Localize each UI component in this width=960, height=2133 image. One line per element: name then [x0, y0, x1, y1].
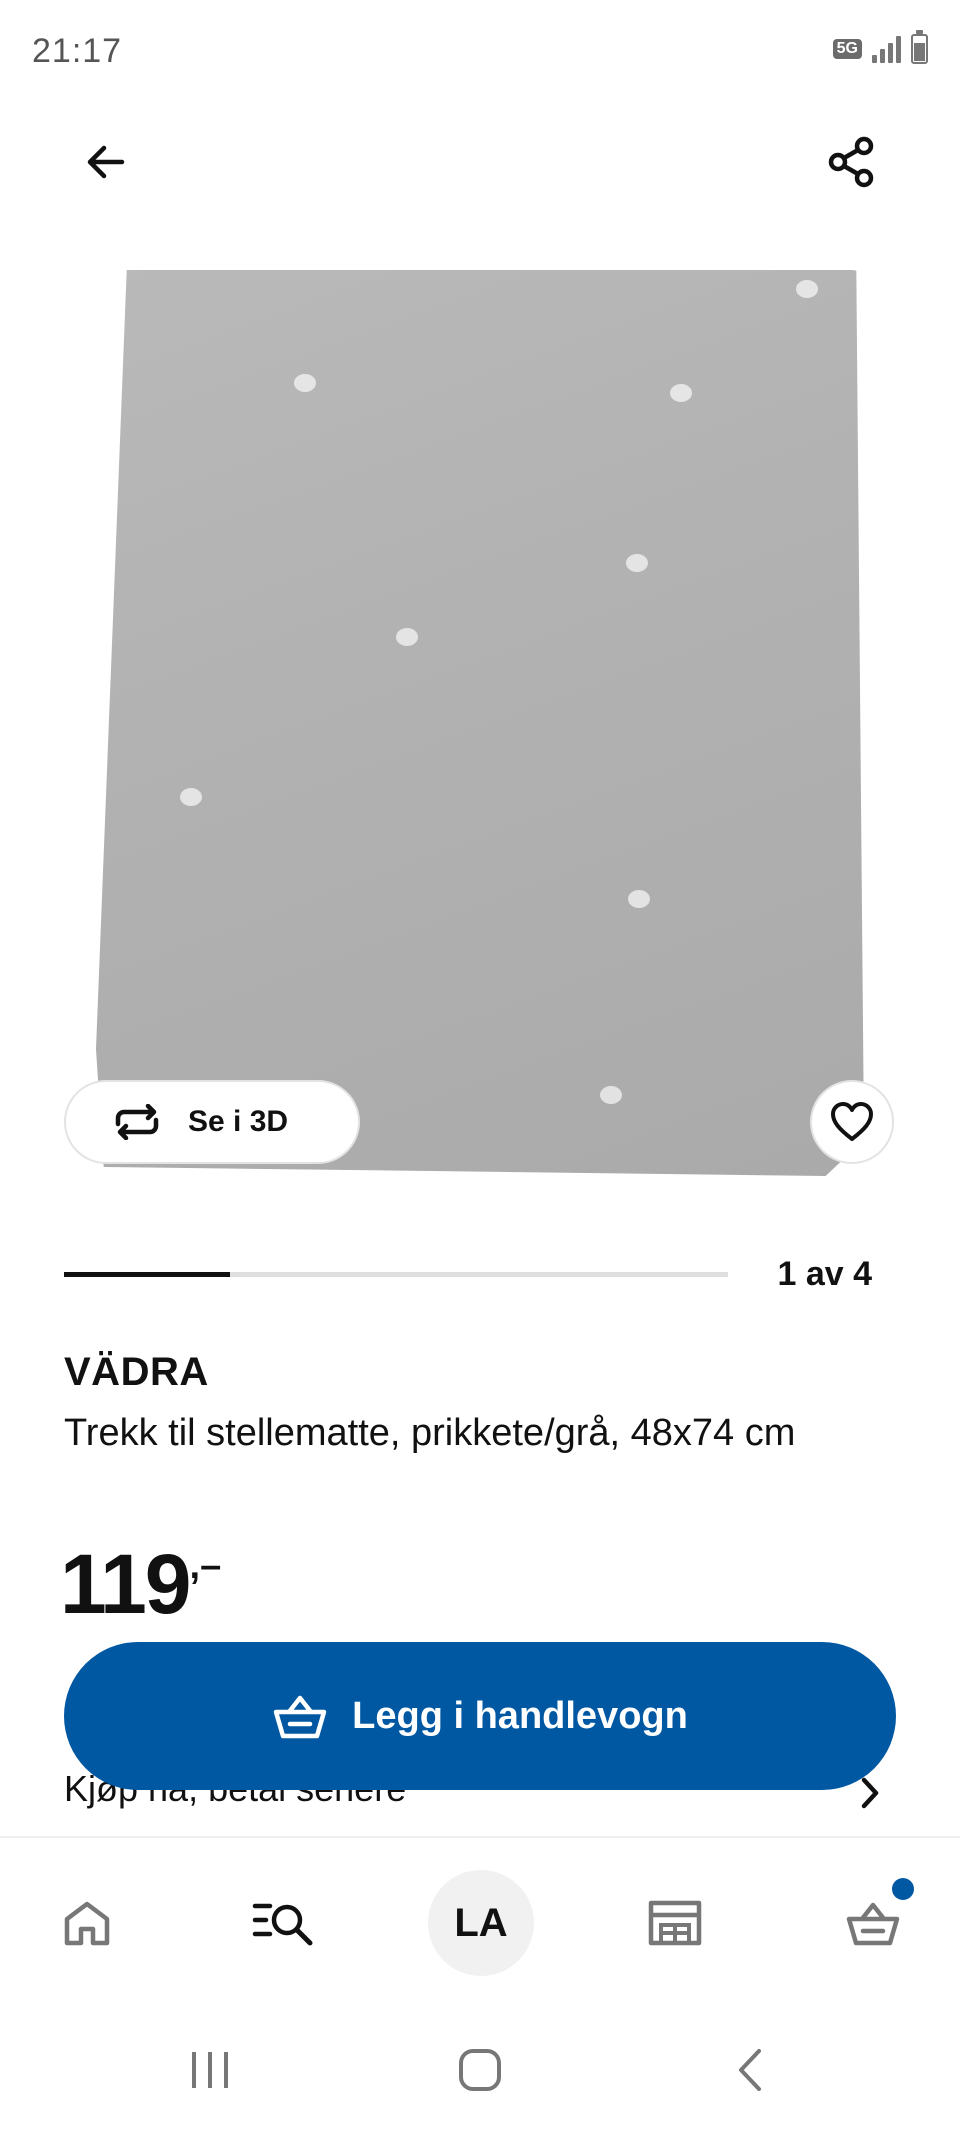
add-to-cart-button[interactable]: Legg i handlevogn — [64, 1642, 896, 1790]
share-button[interactable] — [812, 122, 892, 202]
carousel-progress-fill — [64, 1272, 230, 1277]
battery-icon — [911, 30, 928, 64]
nav-home[interactable] — [32, 1868, 142, 1978]
bottom-navigation: LA — [0, 1836, 960, 2006]
system-navigation-bar — [0, 2006, 960, 2133]
search-list-icon — [252, 1903, 313, 1946]
price-integer: 119 — [60, 1537, 192, 1631]
share-icon — [828, 136, 874, 188]
system-home-button[interactable] — [440, 2040, 520, 2100]
back-chevron-icon — [739, 2049, 761, 2091]
add-to-cart-label: Legg i handlevogn — [352, 1694, 688, 1737]
nav-profile[interactable]: LA — [426, 1868, 536, 1978]
store-icon — [648, 1900, 702, 1946]
product-price: 119 ,– — [60, 1536, 221, 1632]
arrow-left-icon — [87, 145, 125, 179]
product-description: Trekk til stellematte, prikkete/grå, 48x… — [64, 1412, 796, 1454]
rotate-arrows-icon — [115, 1104, 159, 1140]
status-time: 21:17 — [32, 32, 123, 70]
network-5g-icon: 5G — [832, 39, 862, 59]
recent-apps-button[interactable] — [170, 2040, 250, 2100]
changing-pad-cover-image — [96, 270, 864, 1176]
product-image[interactable] — [92, 264, 868, 1182]
home-icon — [64, 1901, 110, 1946]
view-3d-label: Se i 3D — [188, 1105, 289, 1138]
favorite-button[interactable] — [810, 1080, 894, 1164]
recent-apps-icon — [192, 2052, 228, 2088]
view-3d-button[interactable]: Se i 3D — [64, 1080, 360, 1164]
chevron-right-icon — [861, 1777, 879, 1809]
nav-cart[interactable] — [818, 1868, 928, 1978]
back-button[interactable] — [66, 122, 146, 202]
status-icons: 5G — [832, 30, 928, 64]
signal-icon — [872, 35, 901, 63]
home-circle-icon — [459, 2049, 501, 2091]
product-name: VÄDRA — [64, 1350, 209, 1394]
status-bar: 21:17 5G — [0, 0, 960, 104]
cart-badge — [892, 1878, 914, 1900]
basket-icon — [273, 1695, 327, 1739]
cart-icon — [846, 1902, 900, 1946]
nav-search[interactable] — [228, 1868, 338, 1978]
system-back-button[interactable] — [710, 2040, 790, 2100]
carousel-counter: 1 av 4 — [777, 1255, 872, 1293]
carousel-progress — [64, 1272, 728, 1277]
profile-avatar: LA — [428, 1870, 534, 1976]
price-suffix: ,– — [189, 1545, 222, 1587]
nav-stores[interactable] — [620, 1868, 730, 1978]
heart-icon — [831, 1102, 873, 1141]
